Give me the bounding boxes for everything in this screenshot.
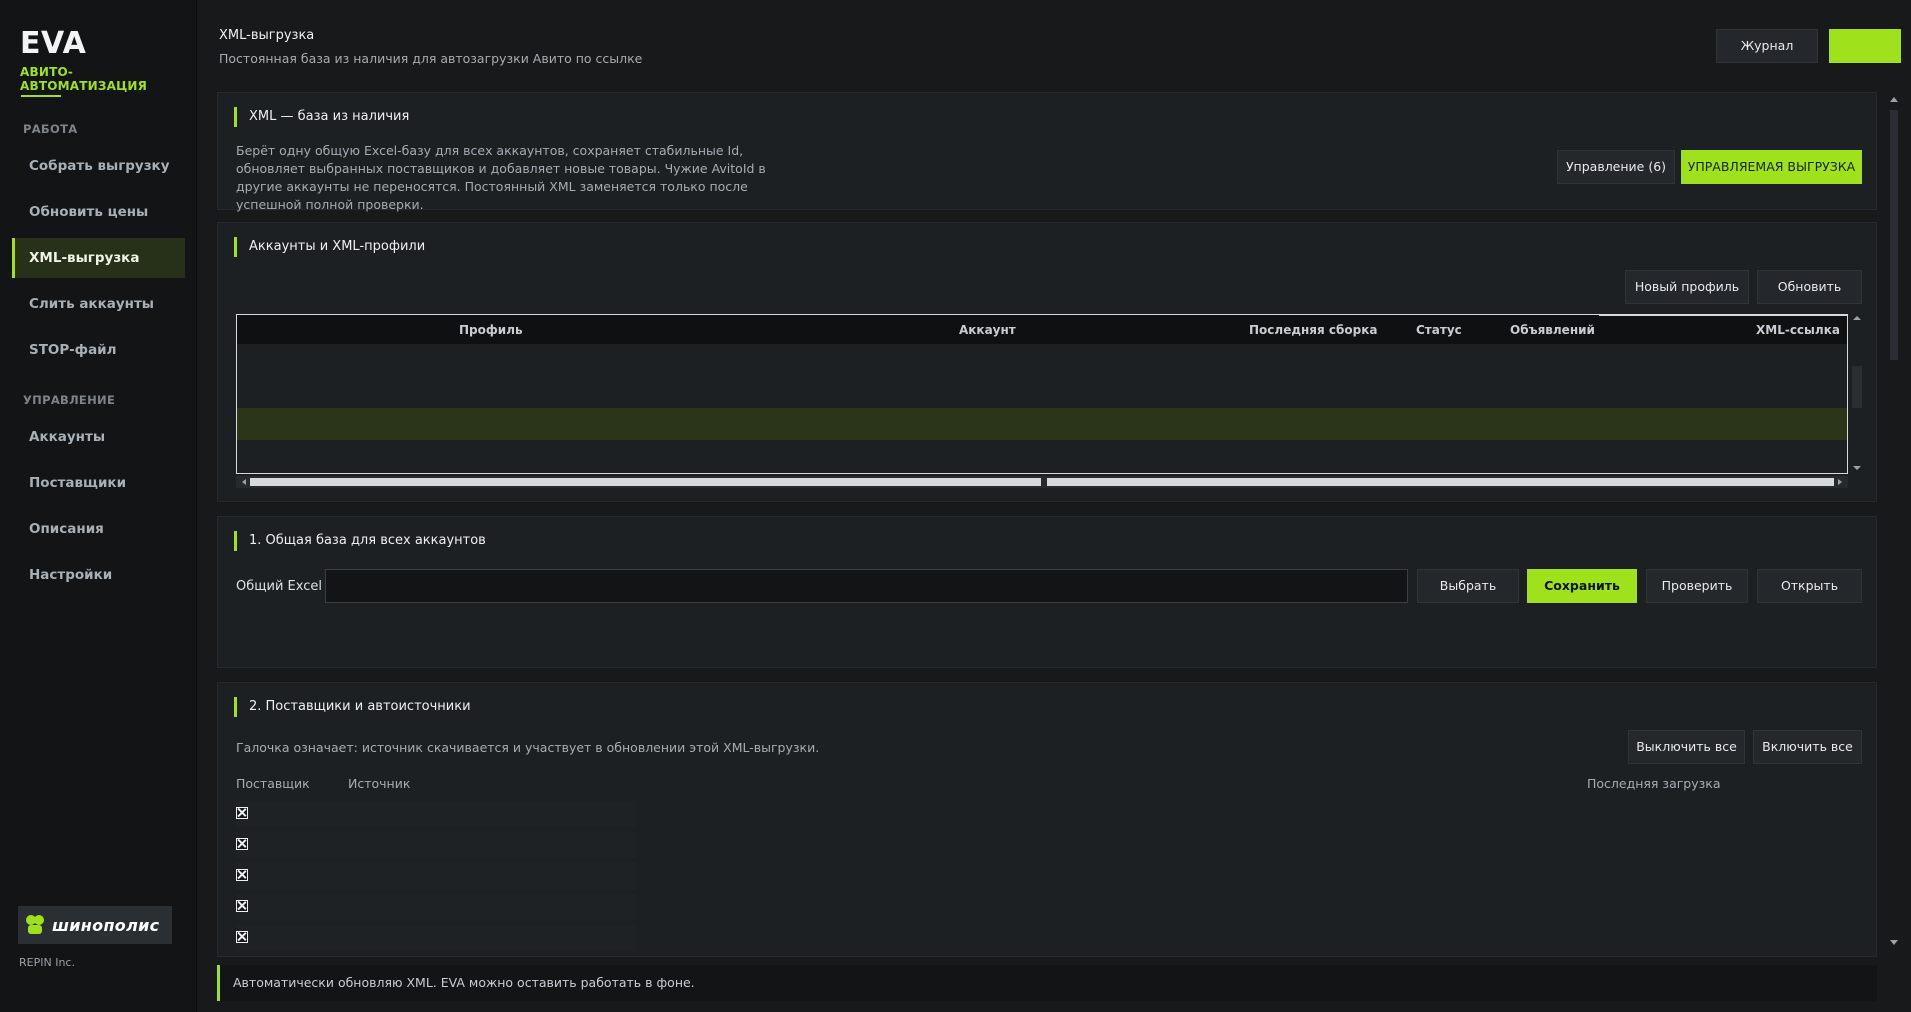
brand-title: EVA: [20, 26, 87, 61]
save-button[interactable]: Сохранить: [1527, 569, 1637, 603]
refresh-button[interactable]: Обновить: [1757, 270, 1862, 304]
page-scrollbar[interactable]: [1887, 92, 1901, 950]
col-last-build[interactable]: Последняя сборка: [1249, 323, 1377, 337]
supplier-row: [236, 925, 636, 951]
nav-section-manage: УПРАВЛЕНИЕ: [23, 393, 116, 407]
enable-all-button[interactable]: Включить все: [1753, 730, 1862, 764]
sidebar-item-descriptions[interactable]: Описания: [12, 509, 185, 549]
tire-logo-icon: [26, 915, 44, 934]
card-suppliers: 2. Поставщики и автоисточники Галочка оз…: [217, 682, 1877, 957]
journal-button[interactable]: Журнал: [1716, 29, 1818, 63]
nav-section-work: РАБОТА: [23, 122, 78, 136]
col-status[interactable]: Статус: [1416, 323, 1462, 337]
sidebar-item-stop-file[interactable]: STOP-файл: [12, 330, 185, 370]
check-button[interactable]: Проверить: [1646, 569, 1748, 603]
supplier-row: [236, 801, 636, 827]
col-xml-link[interactable]: XML-ссылка: [1756, 323, 1840, 337]
choose-button[interactable]: Выбрать: [1417, 569, 1519, 603]
col-ads[interactable]: Объявлений: [1510, 323, 1595, 337]
sidebar-item-merge-accounts[interactable]: Слить аккаунты: [12, 284, 185, 324]
open-button[interactable]: Открыть: [1757, 569, 1862, 603]
supplier-checkbox[interactable]: [236, 931, 248, 943]
table-header: Профиль Аккаунт Последняя сборка Статус …: [237, 315, 1847, 344]
sidebar-item-xml-export[interactable]: XML-выгрузка: [12, 238, 185, 278]
supplier-row: [236, 894, 636, 920]
supplier-checkbox[interactable]: [236, 900, 248, 912]
card-xml-description: Берёт одну общую Excel-базу для всех акк…: [236, 143, 766, 212]
page-title: XML-выгрузка: [219, 28, 315, 43]
sidebar-item-collect-export[interactable]: Собрать выгрузку: [12, 146, 185, 186]
card-xml-title: XML — база из наличия: [234, 107, 409, 127]
card-accounts-profiles: Аккаунты и XML-профили Новый профиль Обн…: [217, 222, 1877, 502]
status-bar: Автоматически обновляю XML. EVA можно ос…: [217, 965, 1877, 1001]
header-action-button[interactable]: [1829, 29, 1901, 63]
scroll-left-icon: [242, 479, 246, 485]
suppliers-hint: Галочка означает: источник скачивается и…: [236, 740, 820, 755]
header-highlight-line: [1599, 315, 1847, 316]
managed-export-button[interactable]: УПРАВЛЯЕМАЯ ВЫГРУЗКА: [1681, 150, 1862, 184]
page-scroll-up-icon: [1890, 97, 1898, 102]
col-source: Источник: [348, 776, 411, 791]
card-accounts-title: Аккаунты и XML-профили: [234, 237, 425, 257]
brand-underline: [21, 95, 61, 97]
supplier-checkbox[interactable]: [236, 838, 248, 850]
sidebar-item-accounts[interactable]: Аккаунты: [12, 417, 185, 457]
col-supplier: Поставщик: [236, 776, 310, 791]
supplier-row: [236, 863, 636, 889]
supplier-checkbox[interactable]: [236, 869, 248, 881]
disable-all-button[interactable]: Выключить все: [1628, 730, 1745, 764]
scroll-right-icon: [1838, 479, 1842, 485]
table-row-selected[interactable]: [237, 408, 1847, 440]
supplier-checkbox[interactable]: [236, 807, 248, 819]
logo-text: шинополис: [52, 915, 160, 935]
scroll-up-icon: [1853, 316, 1861, 320]
brand-subtitle: АВИТО-АВТОМАТИЗАЦИЯ: [20, 65, 148, 93]
table-row[interactable]: [237, 376, 1847, 408]
page-scroll-down-icon: [1890, 940, 1898, 945]
col-account[interactable]: Аккаунт: [959, 323, 1016, 337]
excel-label: Общий Excel: [236, 579, 322, 594]
col-last-load: Последняя загрузка: [1587, 776, 1721, 791]
profiles-table[interactable]: Профиль Аккаунт Последняя сборка Статус …: [236, 314, 1848, 474]
sidebar-item-suppliers[interactable]: Поставщики: [12, 463, 185, 503]
excel-path-input[interactable]: [325, 569, 1408, 603]
brand: EVA АВИТО-АВТОМАТИЗАЦИЯ: [20, 26, 196, 93]
table-horizontal-scrollbar[interactable]: [236, 476, 1848, 488]
card-suppliers-title: 2. Поставщики и автоисточники: [234, 697, 471, 717]
card-common-base: 1. Общая база для всех аккаунтов Общий E…: [217, 516, 1877, 668]
manage-button[interactable]: Управление (6): [1557, 150, 1675, 184]
col-profile[interactable]: Профиль: [459, 323, 523, 337]
shinopolis-logo: шинополис: [18, 906, 172, 944]
card-xml-base: XML — база из наличия Берёт одну общую E…: [217, 92, 1877, 212]
company-name: REPIN Inc.: [19, 956, 75, 969]
new-profile-button[interactable]: Новый профиль: [1625, 270, 1749, 304]
scroll-down-icon: [1853, 466, 1861, 470]
sidebar-item-settings[interactable]: Настройки: [12, 555, 185, 595]
status-text: Автоматически обновляю XML. EVA можно ос…: [233, 975, 695, 990]
supplier-row: [236, 832, 636, 858]
sidebar: EVA АВИТО-АВТОМАТИЗАЦИЯ РАБОТА Собрать в…: [0, 0, 197, 1012]
table-vertical-scrollbar[interactable]: [1850, 314, 1864, 474]
table-row[interactable]: [237, 440, 1847, 472]
page-subtitle: Постоянная база из наличия для автозагру…: [219, 51, 643, 66]
sidebar-item-update-prices[interactable]: Обновить цены: [12, 192, 185, 232]
table-row[interactable]: [237, 344, 1847, 376]
card-base-title: 1. Общая база для всех аккаунтов: [234, 531, 486, 551]
